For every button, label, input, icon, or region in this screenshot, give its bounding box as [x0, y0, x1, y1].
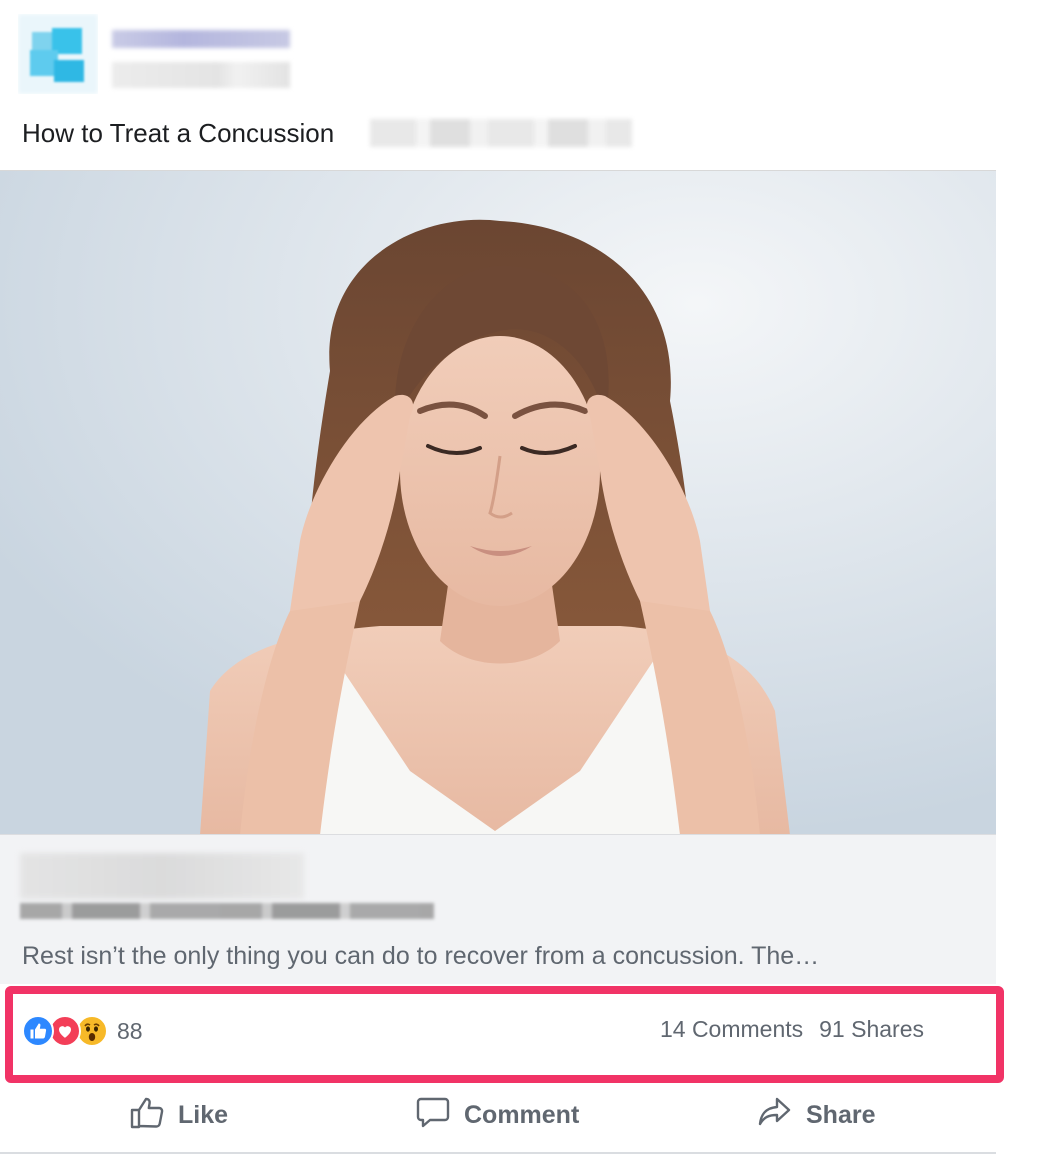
comment-bubble-icon — [414, 1093, 452, 1138]
page-avatar-blurred[interactable] — [18, 14, 98, 94]
post-image[interactable] — [0, 170, 996, 834]
share-button-label: Share — [806, 1100, 876, 1129]
facebook-post: How to Treat a Concussion Rest isn’t the… — [0, 0, 1004, 1158]
reactions-summary[interactable]: 88 — [22, 1014, 143, 1048]
comments-count-link[interactable]: 14 Comments — [660, 1016, 803, 1043]
like-button-label: Like — [178, 1100, 229, 1129]
woman-headache-photo — [0, 171, 996, 834]
post-text: How to Treat a Concussion — [22, 118, 335, 148]
shares-count-link[interactable]: 91 Shares — [819, 1016, 924, 1043]
comment-button-label: Comment — [464, 1100, 580, 1129]
post-action-bar: Like Comment Share — [0, 1090, 996, 1140]
link-title-blurred[interactable] — [20, 903, 434, 919]
link-preview[interactable]: Rest isn’t the only thing you can do to … — [0, 834, 996, 984]
share-button[interactable]: Share — [756, 1090, 875, 1140]
comments-shares-summary: 14 Comments 91 Shares — [660, 1016, 924, 1043]
thumbs-up-icon — [128, 1093, 166, 1138]
like-icon — [22, 1015, 54, 1047]
share-arrow-icon — [756, 1093, 794, 1138]
reaction-count[interactable]: 88 — [117, 1018, 143, 1045]
post-text-blurred — [370, 119, 632, 147]
post-timestamp-blurred — [112, 62, 290, 88]
link-description: Rest isn’t the only thing you can do to … — [22, 942, 820, 970]
page-name-blurred[interactable] — [112, 30, 290, 48]
divider — [0, 1152, 996, 1154]
like-button[interactable]: Like — [128, 1090, 228, 1140]
link-domain-blurred — [20, 853, 304, 899]
comment-button[interactable]: Comment — [414, 1090, 579, 1140]
